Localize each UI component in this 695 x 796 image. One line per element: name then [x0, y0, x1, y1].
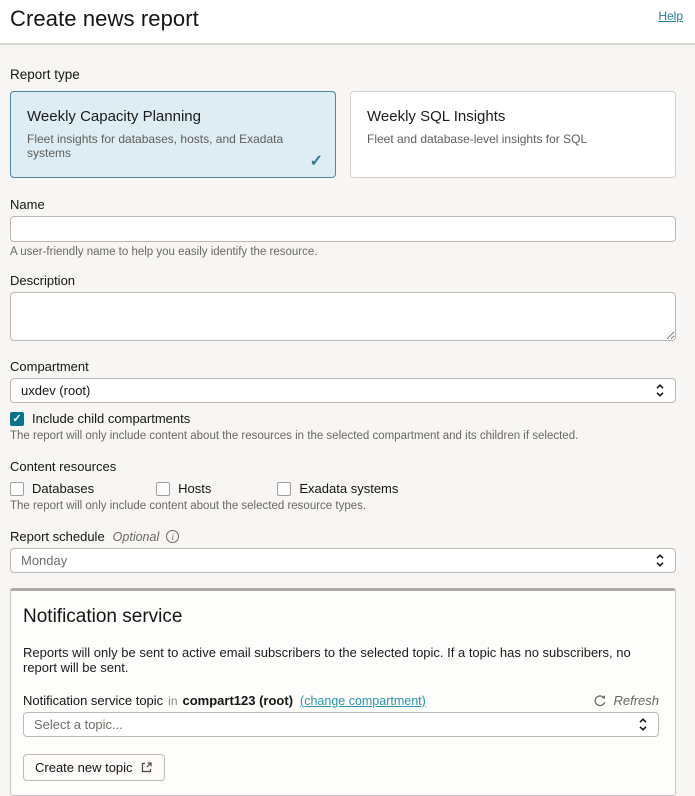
chevron-up-down-icon [655, 553, 665, 568]
databases-label: Databases [32, 481, 94, 496]
help-link[interactable]: Help [658, 9, 683, 23]
external-link-icon [140, 761, 153, 774]
compartment-selected-value: uxdev (root) [21, 383, 90, 398]
content-resources-label: Content resources [10, 459, 676, 474]
refresh-icon [593, 694, 607, 708]
notification-service-section: Notification service Reports will only b… [10, 588, 676, 796]
compartment-select[interactable]: uxdev (root) [10, 378, 676, 403]
card-title: Weekly Capacity Planning [27, 108, 319, 125]
description-input[interactable] [10, 292, 676, 341]
topic-select[interactable]: Select a topic... [23, 712, 659, 737]
refresh-label: Refresh [613, 693, 659, 708]
info-circle-icon[interactable]: i [166, 530, 179, 543]
refresh-button[interactable]: Refresh [593, 693, 659, 708]
include-child-compartments-label: Include child compartments [32, 411, 190, 426]
change-compartment-link[interactable]: (change compartment) [300, 694, 426, 708]
topic-compartment-name: compart123 (root) [183, 693, 294, 708]
selected-check-icon: ✓ [310, 151, 323, 171]
databases-checkbox[interactable] [10, 482, 24, 496]
include-child-compartments-row: Include child compartments [10, 411, 676, 426]
report-type-label: Report type [10, 67, 676, 82]
compartment-helper-text: The report will only include content abo… [10, 430, 676, 442]
topic-placeholder: Select a topic... [34, 717, 123, 732]
report-type-card-weekly-capacity-planning[interactable]: Weekly Capacity Planning Fleet insights … [10, 91, 336, 178]
name-helper-text: A user-friendly name to help you easily … [10, 246, 676, 258]
hosts-label: Hosts [178, 481, 211, 496]
hosts-checkbox[interactable] [156, 482, 170, 496]
topic-in-label: in [168, 694, 177, 708]
page-header: Create news report Help [0, 0, 695, 43]
topic-label-row: Notification service topic in compart123… [23, 693, 659, 708]
report-schedule-selected-value: Monday [21, 553, 67, 568]
card-description: Fleet insights for databases, hosts, and… [27, 132, 319, 160]
form-body: Report type Weekly Capacity Planning Fle… [0, 67, 695, 796]
card-title: Weekly SQL Insights [367, 108, 659, 125]
name-input[interactable] [10, 216, 676, 242]
exadata-systems-label: Exadata systems [299, 481, 398, 496]
report-type-cards: Weekly Capacity Planning Fleet insights … [10, 91, 676, 178]
chevron-up-down-icon [655, 383, 665, 398]
topic-label: Notification service topic [23, 693, 163, 708]
header-divider [0, 43, 695, 45]
report-schedule-label-row: Report schedule Optional i [10, 529, 676, 544]
description-label: Description [10, 273, 676, 288]
optional-label: Optional [113, 530, 160, 544]
page-title: Create news report [10, 6, 199, 32]
report-schedule-select[interactable]: Monday [10, 548, 676, 573]
name-label: Name [10, 197, 676, 212]
create-new-topic-button[interactable]: Create new topic [23, 754, 165, 781]
content-resources-helper-text: The report will only include content abo… [10, 500, 676, 512]
exadata-systems-checkbox[interactable] [277, 482, 291, 496]
report-schedule-label: Report schedule [10, 529, 105, 544]
card-description: Fleet and database-level insights for SQ… [367, 132, 659, 146]
notification-service-heading: Notification service [23, 606, 659, 628]
include-child-compartments-checkbox[interactable] [10, 412, 24, 426]
report-type-card-weekly-sql-insights[interactable]: Weekly SQL Insights Fleet and database-l… [350, 91, 676, 178]
create-new-topic-label: Create new topic [35, 760, 133, 775]
chevron-up-down-icon [638, 717, 648, 732]
compartment-label: Compartment [10, 359, 676, 374]
notification-service-description: Reports will only be sent to active emai… [23, 645, 659, 675]
content-resources-row: Databases Hosts Exadata systems [10, 481, 676, 496]
